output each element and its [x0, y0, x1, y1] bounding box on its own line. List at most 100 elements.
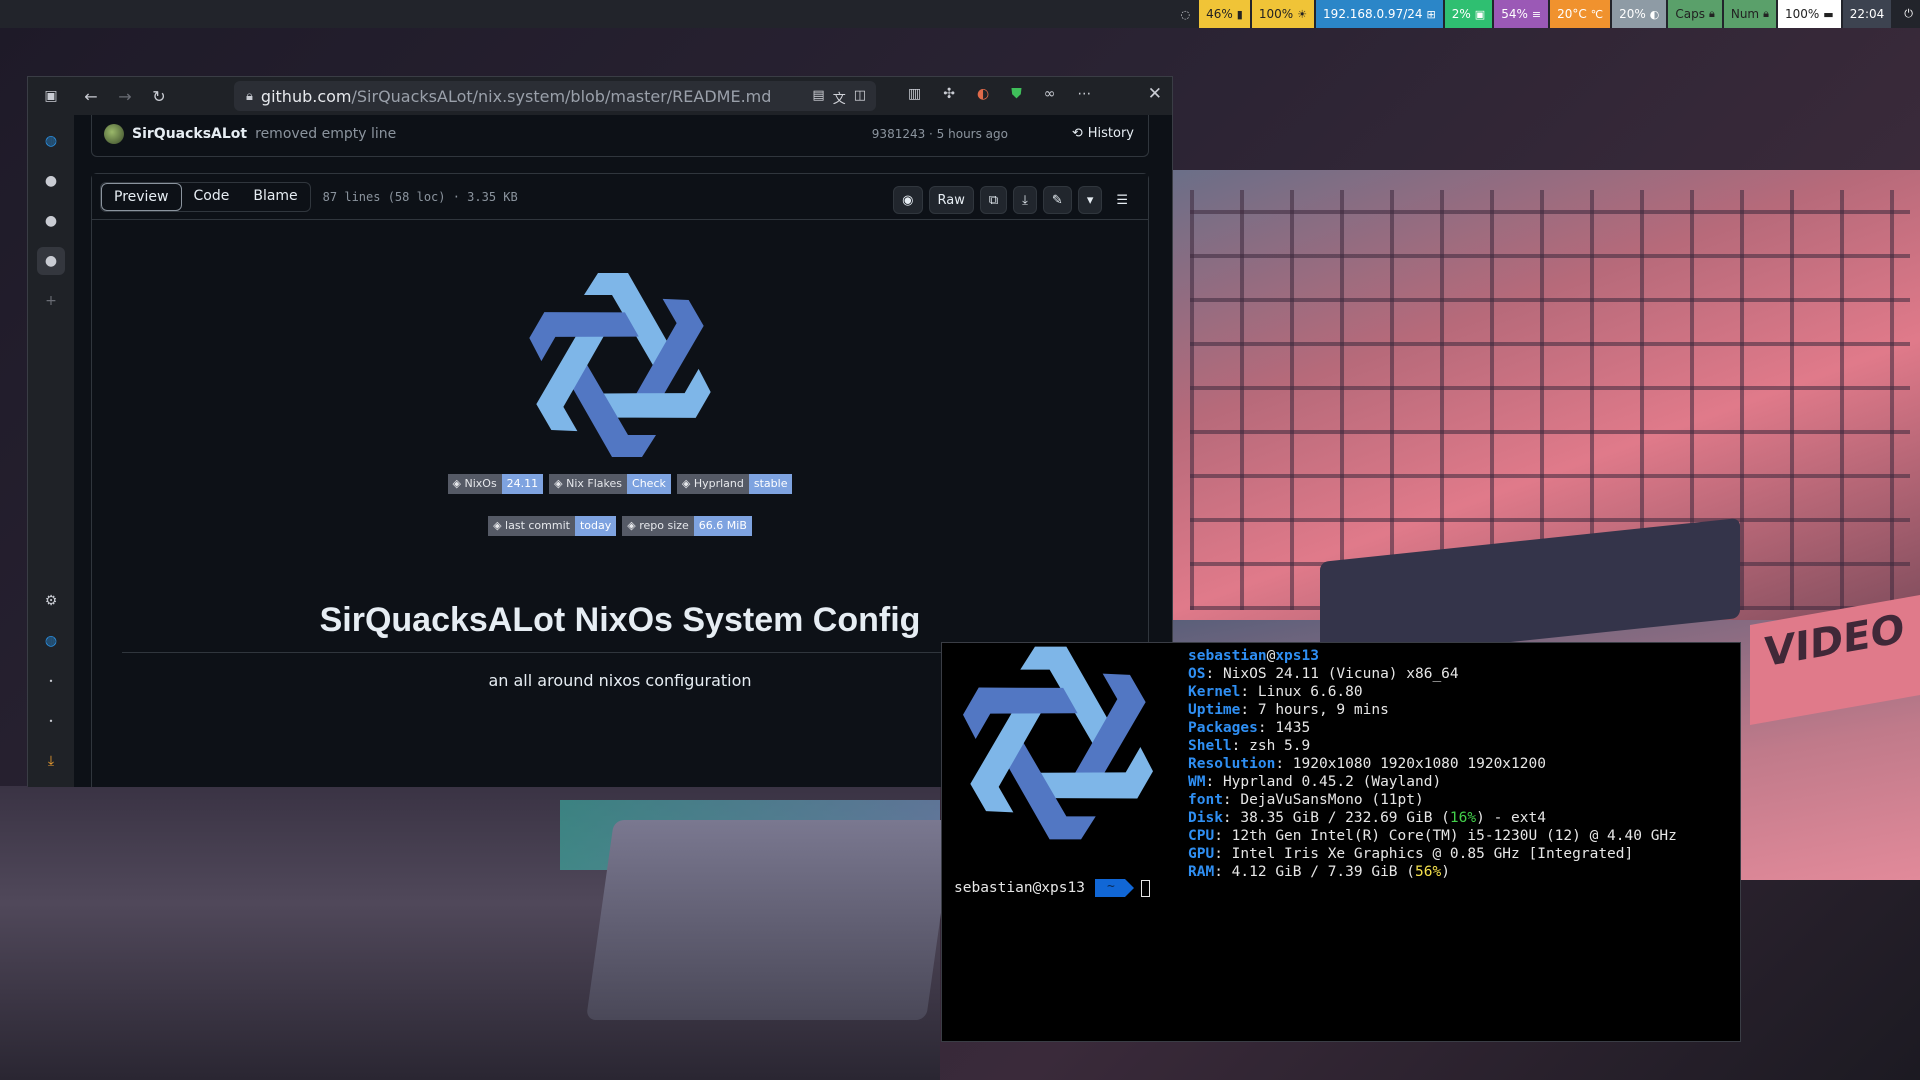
- github-tab-icon[interactable]: ●: [37, 247, 65, 275]
- raw-button[interactable]: Raw: [928, 186, 974, 214]
- nixos-logo: [963, 646, 1153, 840]
- commit-message[interactable]: removed empty line: [255, 126, 396, 142]
- dot-icon[interactable]: •: [37, 667, 65, 695]
- lock-icon: 🔒︎: [1708, 7, 1715, 20]
- info-line: font: DejaVuSansMono (11pt): [1188, 792, 1424, 808]
- status-power[interactable]: 100% ▬: [1777, 0, 1841, 28]
- github-tab-icon[interactable]: ●: [37, 207, 65, 235]
- nixos-logo: [529, 273, 711, 457]
- copy-icon[interactable]: ⧉: [979, 186, 1008, 214]
- backlight-icon: ◐: [1649, 7, 1660, 21]
- globe-icon[interactable]: ◍: [37, 627, 65, 655]
- status-backlight-text: 20%: [1619, 7, 1646, 21]
- history-icon: ⟲: [1071, 126, 1083, 141]
- tab-code[interactable]: Code: [182, 183, 242, 211]
- status-num-text: Num: [1730, 7, 1760, 21]
- reload-icon[interactable]: ↻: [142, 87, 176, 106]
- file-info: 87 lines (58 loc) · 3.35 KB: [322, 189, 518, 204]
- badge-hyprland[interactable]: ◈ Hyprland stable: [676, 474, 793, 494]
- info-line: Kernel: Linux 6.6.80: [1188, 684, 1363, 700]
- bookmark-icon[interactable]: ◫: [854, 88, 866, 107]
- fastfetch-info: sebastian@xps13 OS: NixOS 24.11 (Vicuna)…: [1188, 647, 1677, 881]
- eye-off-icon: ◌: [1180, 7, 1191, 21]
- badge-value: Check: [627, 474, 671, 494]
- badge-last-commit[interactable]: ◈ last commit today: [488, 516, 617, 536]
- badge-row: ◈ NixOs 24.11 ◈ Nix Flakes Check ◈ Hyprland s…: [92, 474, 1148, 494]
- badge-value: today: [574, 516, 617, 536]
- badge-label: ◈ NixOs: [447, 474, 502, 494]
- commit-meta[interactable]: 9381243 · 5 hours ago: [872, 127, 1008, 141]
- status-battery[interactable]: 46% ▮: [1199, 0, 1250, 28]
- brightness-icon: ☀: [1297, 7, 1308, 21]
- shield-icon[interactable]: ⛊: [1011, 86, 1022, 102]
- forward-icon[interactable]: →: [108, 87, 142, 106]
- dot-icon[interactable]: •: [37, 707, 65, 735]
- power-icon: ⏻: [1904, 7, 1913, 20]
- status-temperature[interactable]: 20°C ℃: [1550, 0, 1611, 28]
- info-line: Packages: 1435: [1188, 720, 1311, 736]
- history-button[interactable]: ⟲ History: [1072, 126, 1134, 141]
- status-bar: ◌ 46% ▮ 100% ☀ 192.168.0.97/24 ⊞ 2% ▣ 54% ≡ 20°C ℃ 20…: [0, 0, 1920, 28]
- download-icon[interactable]: ⤓: [37, 747, 65, 775]
- tab-preview[interactable]: Preview: [101, 182, 182, 211]
- status-memory[interactable]: 54% ≡: [1494, 0, 1549, 28]
- info-line: WM: Hyprland 0.45.2 (Wayland): [1188, 774, 1442, 790]
- badge-row: ◈ last commit today ◈ repo size 66.6 MiB: [92, 516, 1148, 536]
- outline-icon[interactable]: ☰: [1108, 186, 1136, 214]
- status-brightness[interactable]: 100% ☀: [1251, 0, 1315, 28]
- status-idle[interactable]: ◌: [1169, 0, 1198, 28]
- file-header: Preview Code Blame 87 lines (58 loc) · 3…: [92, 174, 1148, 220]
- cpu-icon: ▣: [1474, 7, 1486, 21]
- readme-body: ◈ NixOs 24.11 ◈ Nix Flakes Check ◈ Hyprland s…: [92, 220, 1148, 690]
- globe-icon[interactable]: ◍: [37, 127, 65, 155]
- menu-icon[interactable]: ⋯: [1077, 86, 1091, 102]
- avatar[interactable]: [104, 123, 124, 144]
- badge-nixos[interactable]: ◈ NixOs 24.11: [447, 474, 544, 494]
- network-icon: ⊞: [1426, 7, 1436, 21]
- status-cpu[interactable]: 2% ▣: [1444, 0, 1493, 28]
- tab-blame[interactable]: Blame: [241, 183, 309, 211]
- wallpaper-device: [585, 820, 955, 1020]
- settings-icon[interactable]: ⚙: [37, 587, 65, 615]
- extensions-icon[interactable]: ✣: [943, 86, 955, 102]
- status-memory-text: 54%: [1501, 7, 1528, 21]
- status-backlight[interactable]: 20% ◐: [1612, 0, 1667, 28]
- shelf-icon[interactable]: ▥: [908, 86, 921, 102]
- status-poweroff[interactable]: ⏻: [1893, 0, 1920, 28]
- info-line: Disk: 38.35 GiB / 232.69 GiB (16%) - ext…: [1188, 810, 1546, 826]
- battery-full-icon: ▬: [1823, 7, 1834, 21]
- memory-icon: ≡: [1531, 7, 1542, 21]
- badge-repo-size[interactable]: ◈ repo size 66.6 MiB: [622, 516, 752, 536]
- copilot-icon[interactable]: ◉: [893, 186, 923, 214]
- thermometer-icon: ℃: [1590, 7, 1604, 21]
- status-num[interactable]: Num 🔒︎: [1723, 0, 1776, 28]
- add-tab-icon[interactable]: +: [37, 287, 65, 315]
- shell-prompt[interactable]: sebastian@xps13 ~: [954, 879, 1150, 897]
- github-tab-icon[interactable]: ●: [37, 167, 65, 195]
- profile-icon[interactable]: ◐: [977, 86, 989, 102]
- chevron-down-icon[interactable]: ▾: [1077, 186, 1103, 214]
- status-caps[interactable]: Caps 🔒︎: [1668, 0, 1722, 28]
- close-icon[interactable]: ✕: [1148, 84, 1162, 104]
- commit-author[interactable]: SirQuacksALot: [132, 126, 247, 142]
- url-bar[interactable]: 🔒︎ github.com/SirQuacksALot/nix.system/b…: [234, 81, 876, 111]
- badge-label: ◈ Hyprland: [676, 474, 749, 494]
- translate-icon[interactable]: 文: [833, 88, 846, 107]
- browser-sidebar: ◍ ● ● ● + ⚙ ◍ • • ⤓: [28, 115, 74, 787]
- status-battery-text: 46%: [1206, 7, 1233, 21]
- edit-icon[interactable]: ✎: [1042, 186, 1072, 214]
- reader-icon[interactable]: ▤: [812, 88, 824, 107]
- info-line: Uptime: 7 hours, 9 mins: [1188, 702, 1389, 718]
- download-icon[interactable]: ⤓: [1013, 186, 1037, 214]
- info-line: RAM: 4.12 GiB / 7.39 GiB (56%): [1188, 864, 1450, 880]
- terminal-window[interactable]: sebastian@xps13 OS: NixOS 24.11 (Vicuna)…: [941, 642, 1741, 1042]
- badge-nix-flakes[interactable]: ◈ Nix Flakes Check: [549, 474, 671, 494]
- status-caps-text: Caps: [1675, 7, 1705, 21]
- sidebar-toggle-icon[interactable]: ▣: [28, 88, 74, 104]
- status-clock[interactable]: 22:04: [1842, 0, 1892, 28]
- status-brightness-text: 100%: [1258, 7, 1294, 21]
- status-network[interactable]: 192.168.0.97/24 ⊞: [1316, 0, 1443, 28]
- incognito-icon[interactable]: ∞: [1044, 86, 1056, 102]
- back-icon[interactable]: ←: [74, 87, 108, 106]
- status-cpu-text: 2%: [1451, 7, 1471, 21]
